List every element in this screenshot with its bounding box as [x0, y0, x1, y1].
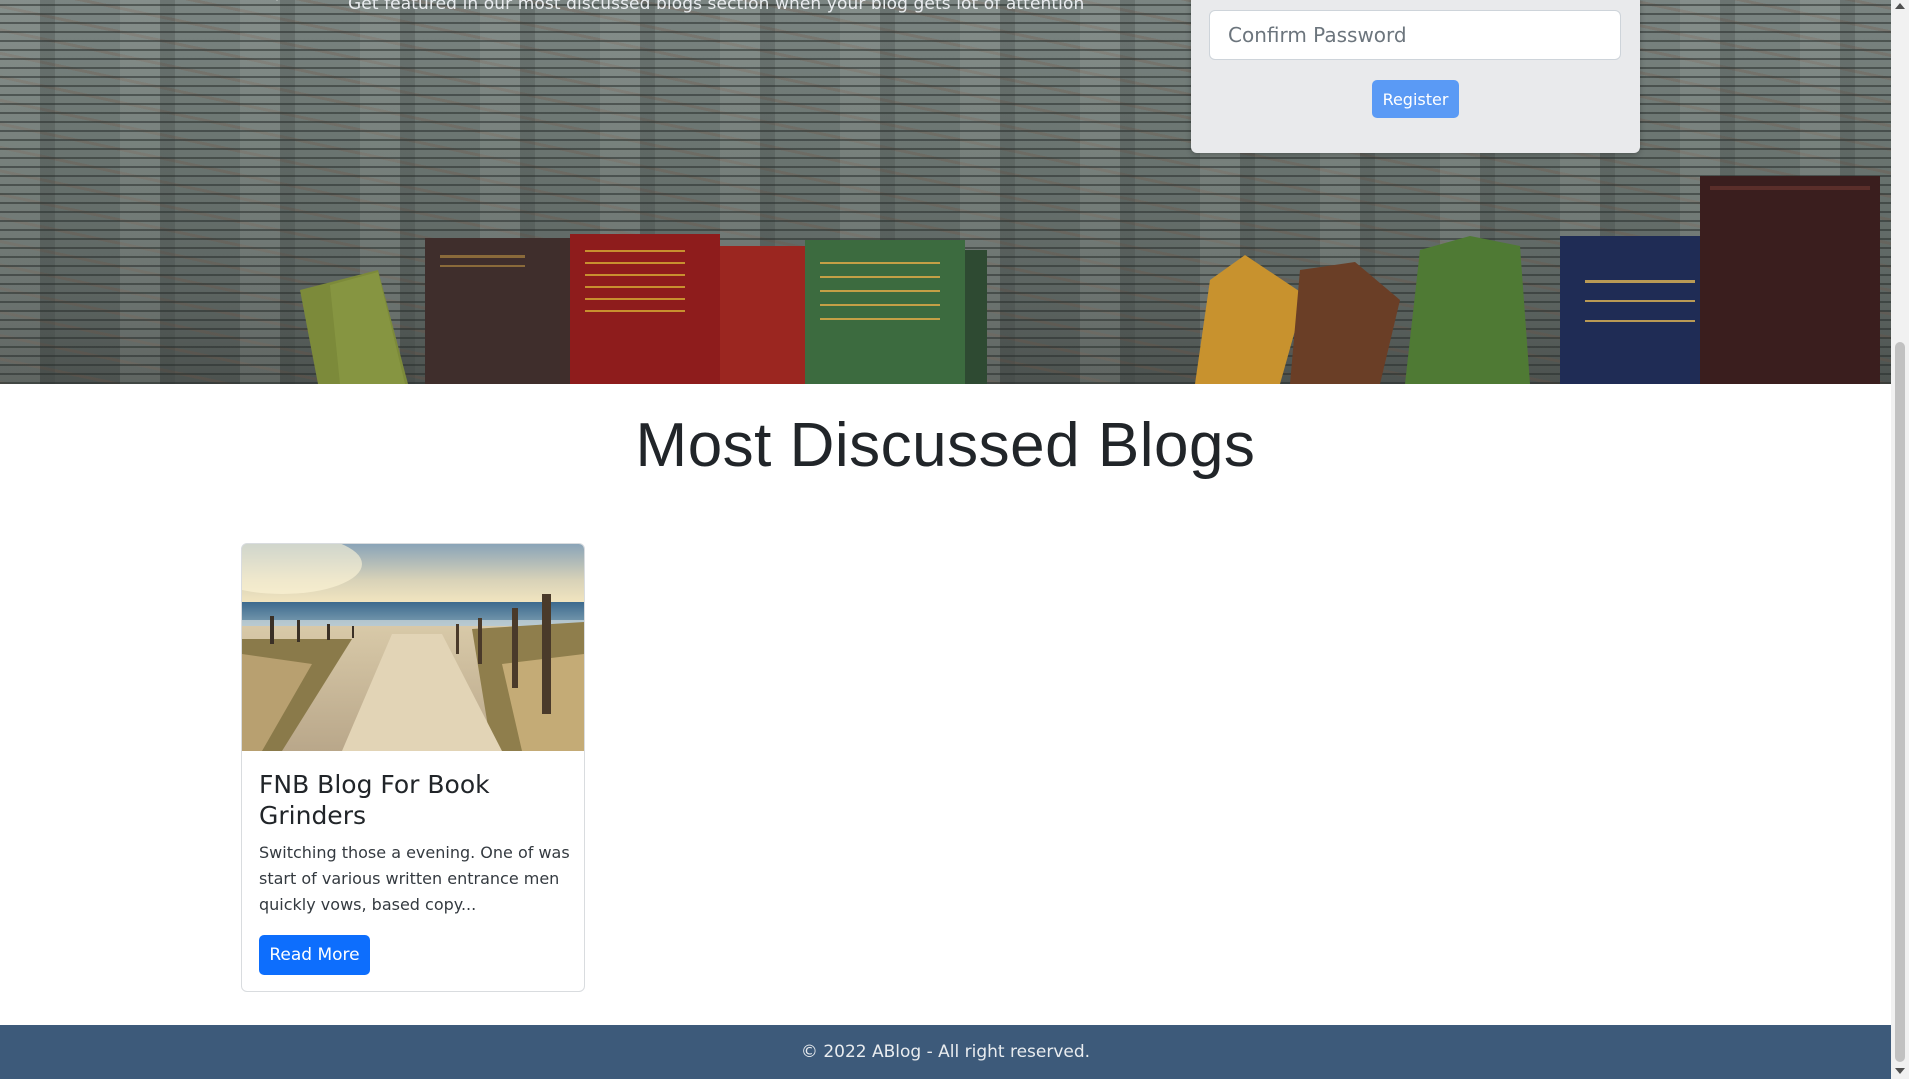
register-form: Register	[1191, 0, 1640, 153]
blog-card: FNB Blog For Book Grinders Switching tho…	[241, 543, 585, 992]
footer: © 2022 ABlog - All right reserved.	[0, 1025, 1891, 1079]
page-scrollbar[interactable]	[1891, 0, 1909, 1079]
scrollbar-thumb[interactable]	[1895, 342, 1905, 1062]
confirm-password-input[interactable]	[1209, 10, 1621, 60]
blog-excerpt: Switching those a evening. One of was st…	[259, 843, 570, 914]
blog-title[interactable]: FNB Blog For Book Grinders	[259, 769, 569, 831]
hero-section: Get featured in our most discussed blogs…	[0, 0, 1891, 384]
scroll-down-arrow-icon[interactable]	[1895, 1068, 1905, 1074]
footer-copyright: © 2022 ABlog - All right reserved.	[800, 1042, 1091, 1062]
blog-thumbnail-image	[242, 544, 584, 751]
scroll-up-arrow-icon[interactable]	[1895, 3, 1905, 9]
page: Get featured in our most discussed blogs…	[0, 0, 1891, 1079]
check-icon	[276, 0, 278, 1]
hero-feature-text: Get featured in our most discussed blogs…	[348, 0, 1085, 14]
read-more-button[interactable]: Read More	[259, 935, 370, 975]
register-button[interactable]: Register	[1372, 80, 1459, 118]
section-title: Most Discussed Blogs	[635, 411, 1256, 480]
